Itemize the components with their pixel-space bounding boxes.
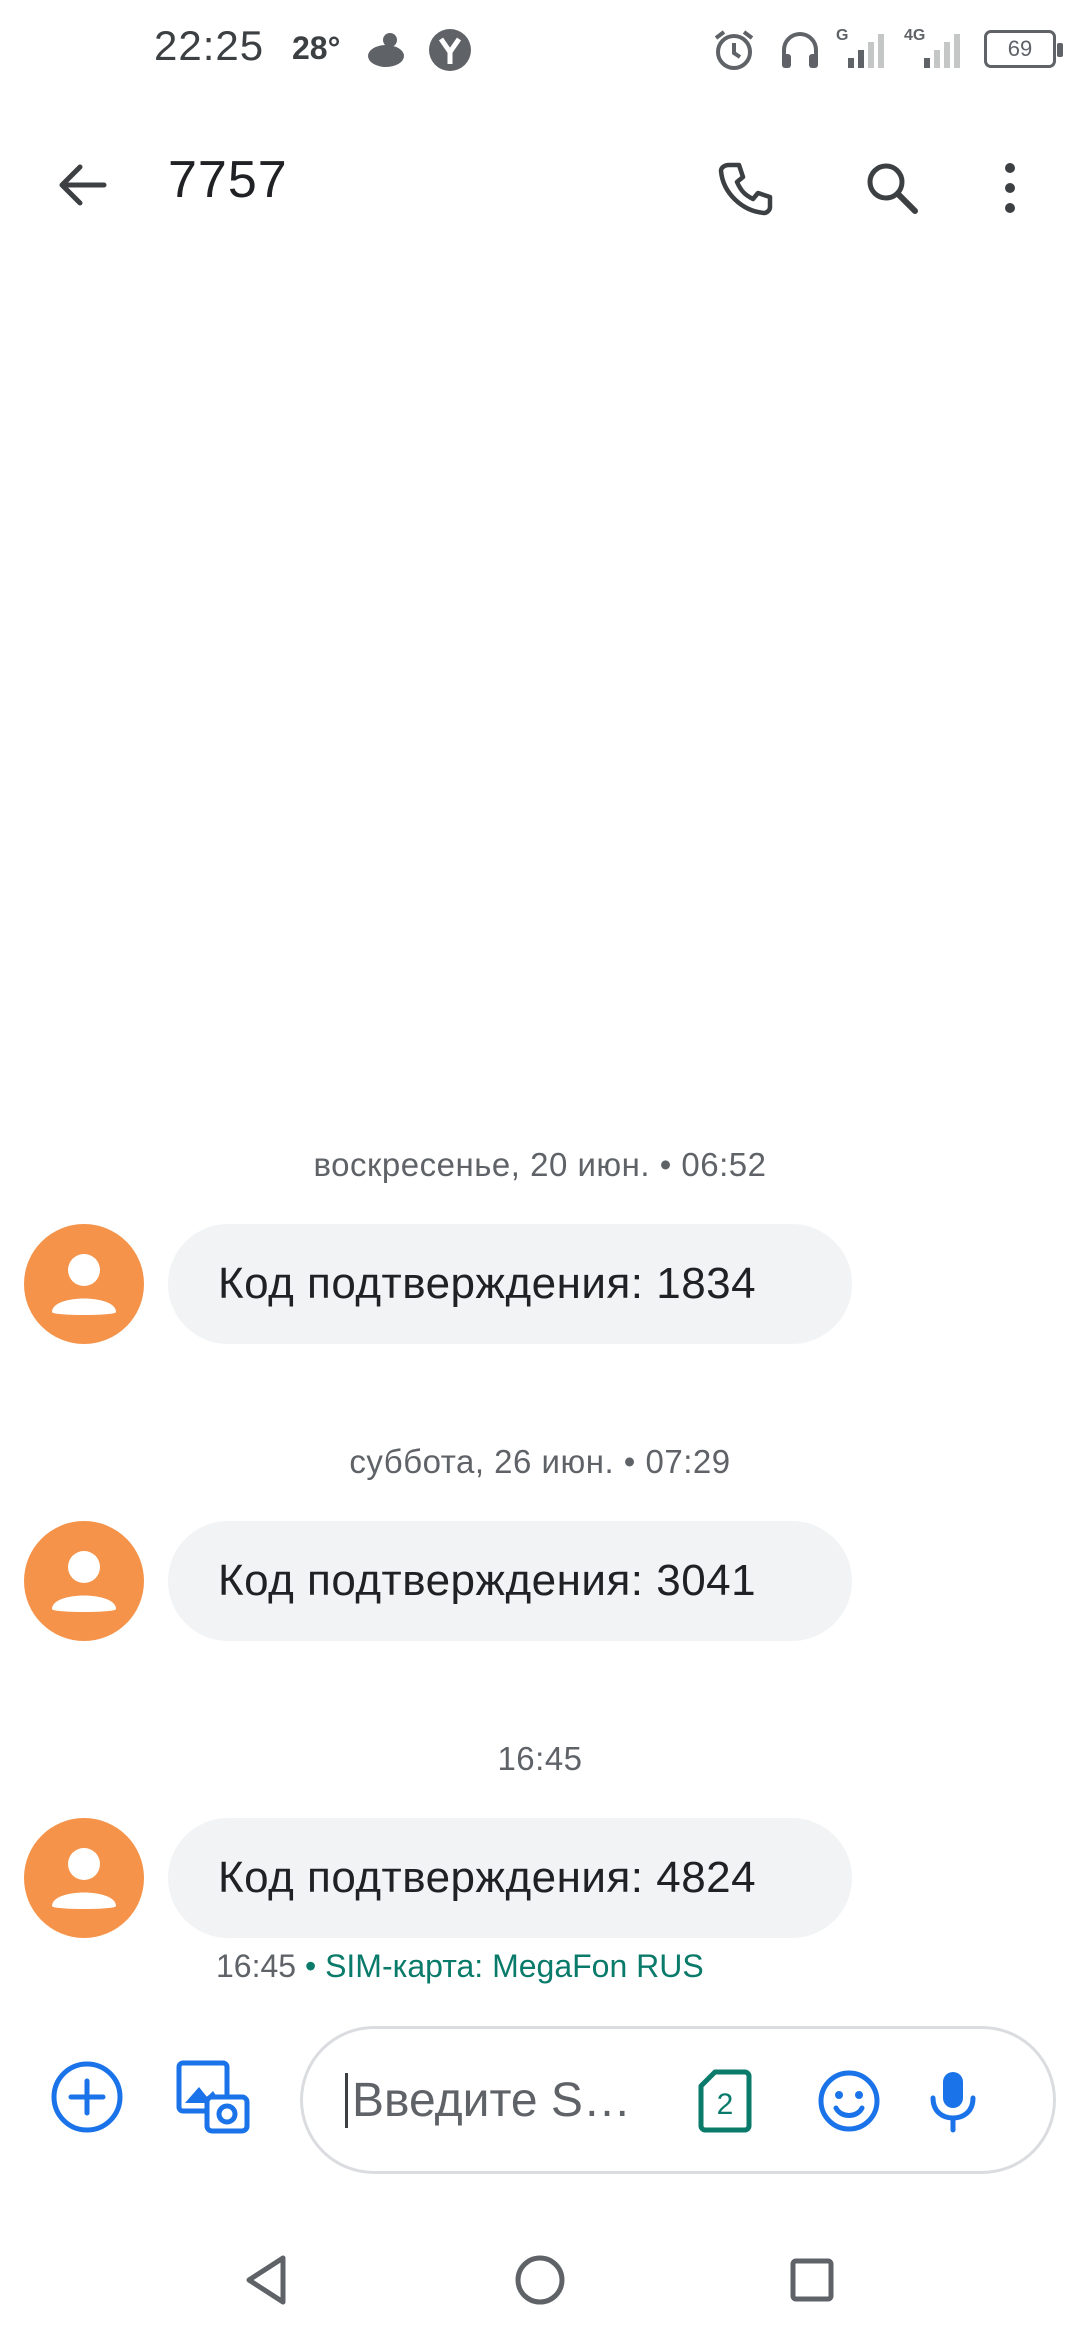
compose-bar: Введите SMS... 2 [0, 2000, 1080, 2180]
avatar[interactable] [24, 1224, 144, 1344]
message-input[interactable]: Введите SMS... 2 [300, 2026, 1056, 2174]
conversation-title: 7757 [168, 151, 288, 209]
search-button[interactable] [852, 148, 932, 228]
message-bubble[interactable]: Код подтверждения: 3041 [168, 1521, 852, 1641]
sim-number: 2 [717, 2088, 734, 2121]
message-input-placeholder[interactable]: Введите SMS... [345, 2073, 645, 2128]
call-button[interactable] [706, 148, 786, 228]
nav-recents-button[interactable] [772, 2240, 852, 2320]
message-meta: 16:45 • SIM-карта: MegaFon RUS [216, 1948, 704, 1985]
status-temperature: 28° [292, 30, 341, 66]
cloud-sun-icon [360, 24, 412, 76]
date-separator: 16:45 [497, 1740, 583, 1777]
status-bar: 22:25 28° G 4G 69 [0, 0, 1080, 100]
gallery-button[interactable] [168, 2052, 258, 2142]
phone-icon [718, 162, 773, 216]
signal-sim1-icon: G [834, 24, 896, 76]
yandex-icon [424, 24, 476, 76]
app-bar: 7757 [0, 120, 1080, 250]
date-separator: воскресенье, 20 июн. • 06:52 [313, 1146, 767, 1183]
person-icon [52, 1848, 116, 1909]
more-options-button[interactable] [980, 148, 1040, 228]
microphone-icon [930, 2072, 976, 2133]
headphones-icon [774, 24, 826, 76]
svg-text:G: G [836, 27, 848, 44]
add-circle-icon [51, 2061, 123, 2133]
sim-card-icon: 2 [698, 2069, 752, 2133]
status-time: 22:25 [154, 22, 265, 69]
sim-label: • SIM-карта: MegaFon RUS [296, 1948, 704, 1984]
avatar[interactable] [24, 1818, 144, 1938]
search-icon [867, 163, 918, 214]
person-icon [52, 1551, 116, 1612]
alarm-icon [708, 24, 760, 76]
emoji-button[interactable] [811, 2063, 887, 2139]
nav-home-circle-icon [515, 2255, 565, 2305]
navigation-bar [0, 2220, 1080, 2340]
nav-back-triangle-icon [246, 2255, 286, 2305]
sim-select-button[interactable]: 2 [687, 2063, 763, 2139]
signal-sim2-icon: 4G [902, 24, 972, 76]
nav-recents-square-icon [790, 2258, 834, 2302]
back-button[interactable] [42, 150, 122, 220]
battery-indicator: 69 [984, 30, 1063, 68]
emoji-icon [818, 2070, 880, 2132]
date-separator: суббота, 26 июн. • 07:29 [349, 1443, 731, 1480]
avatar[interactable] [24, 1521, 144, 1641]
more-vert-icon [1005, 163, 1015, 213]
message-time: 16:45 [216, 1948, 297, 1984]
message-bubble[interactable]: Код подтверждения: 1834 [168, 1224, 852, 1344]
back-arrow-icon [59, 164, 107, 206]
message-bubble[interactable]: Код подтверждения: 4824 [168, 1818, 852, 1938]
svg-text:4G: 4G [904, 27, 925, 44]
person-icon [52, 1254, 116, 1315]
attach-button[interactable] [42, 2052, 132, 2142]
nav-home-button[interactable] [500, 2240, 580, 2320]
gallery-camera-icon [176, 2060, 250, 2134]
voice-button[interactable] [915, 2063, 991, 2139]
nav-back-button[interactable] [226, 2240, 306, 2320]
